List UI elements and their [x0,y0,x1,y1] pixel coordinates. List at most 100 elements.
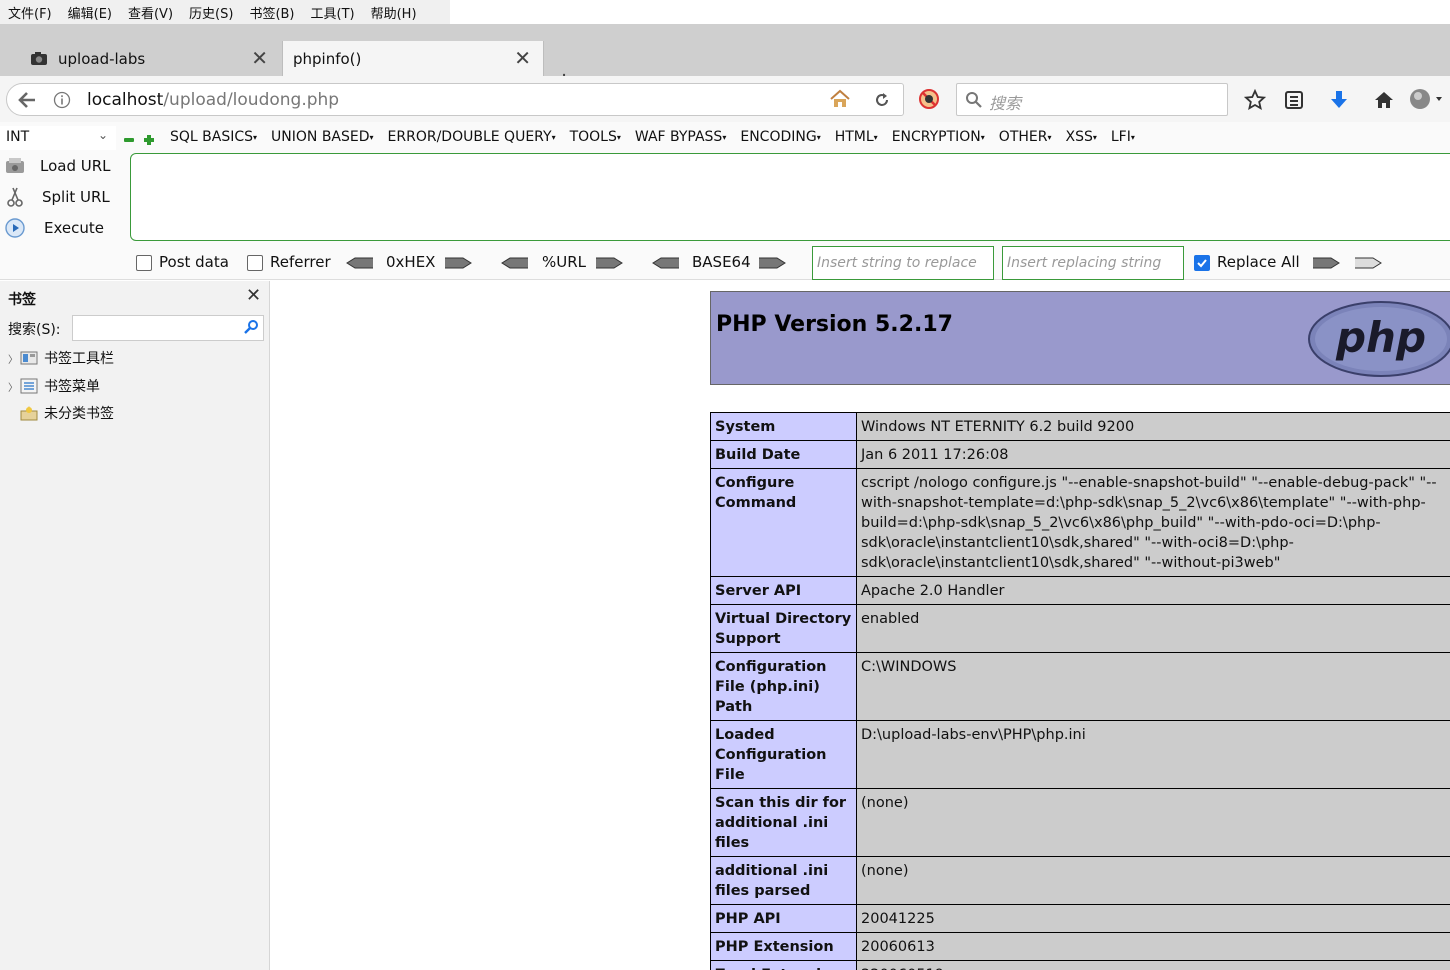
expand-icon[interactable]: 〉 [8,351,18,366]
page-content: PHP Version 5.2.17 php System Windows NT … [270,281,1450,970]
table-row: Configuration File (php.ini) Path C:\WIND… [710,652,1450,721]
menu-tools-hackbar[interactable]: TOOLS [570,129,621,145]
search-box[interactable]: 搜索 [956,83,1228,116]
menu-html[interactable]: HTML [835,129,878,145]
sidebar-title: 书签 [8,292,36,308]
post-data-checkbox[interactable] [136,255,152,271]
hex-label: 0xHEX [386,253,436,271]
download-icon[interactable] [1328,89,1350,115]
menu-union-based[interactable]: UNION BASED [271,129,374,145]
php-logo-icon: php [1306,300,1450,382]
phpinfo-table: System Windows NT ETERNITY 6.2 build 9200… [710,412,1450,970]
load-url-button[interactable]: Load URL [4,155,111,177]
expand-icon[interactable]: 〉 [8,379,18,394]
url-encode-arrow-icon[interactable] [595,255,623,271]
base64-decode-arrow-icon[interactable] [652,255,680,271]
menu-file[interactable]: 文件(F) [0,0,60,24]
config-value: D:\upload-labs-env\PHP\php.ini [856,720,1450,789]
menu-waf-bypass[interactable]: WAF BYPASS [635,129,726,145]
close-icon[interactable]: ✕ [246,285,261,306]
hex-decode-arrow-icon[interactable] [346,255,374,271]
menu-help[interactable]: 帮助(H) [363,0,425,24]
table-row: Virtual Directory Support enabled [710,604,1450,653]
injection-type-select[interactable]: INT ⌄ [0,126,116,150]
phpinfo-header: PHP Version 5.2.17 php [710,291,1450,385]
decrease-icon[interactable] [123,131,135,150]
reload-icon[interactable] [873,91,891,113]
hex-encode-arrow-icon[interactable] [444,255,472,271]
bookmark-star-icon[interactable] [1243,88,1267,115]
replace-arrow-icon[interactable] [1312,255,1340,271]
reading-list-icon[interactable] [1284,90,1304,114]
injection-type-value: INT [6,129,30,145]
tab-upload-labs[interactable]: upload-labs ✕ [16,41,280,76]
bookmarks-sidebar: 书签 ✕ 搜索(S): 〉 书签工具栏 〉 书签菜单 未分类书签 [0,281,270,970]
tab-close-icon[interactable]: ✕ [251,48,268,68]
hackbar-options: Post data Referrer 0xHEX %URL BASE64 Ins… [0,246,1450,280]
back-arrow-icon[interactable] [15,88,39,116]
url-text[interactable]: localhost/upload/loudong.php [87,90,339,110]
menu-bookmarks[interactable]: 书签(B) [241,0,302,24]
menu-error-double-query[interactable]: ERROR/DOUBLE QUERY [388,129,556,145]
hackbar-menu: SQL BASICS UNION BASED ERROR/DOUBLE QUER… [170,129,1135,145]
profile-menu-icon[interactable] [1409,88,1443,114]
execute-button[interactable]: Execute [4,217,104,239]
bookmark-toolbar-icon [20,350,38,366]
url-decode-arrow-icon[interactable] [501,255,529,271]
sidebar-item-toolbar[interactable]: 〉 书签工具栏 [8,348,114,368]
config-value: (none) [856,788,1450,857]
config-value: C:\WINDOWS [856,652,1450,721]
search-icon [243,319,259,339]
menu-lfi[interactable]: LFI [1111,129,1135,145]
config-value: 20060613 [856,932,1450,961]
php-version-title: PHP Version 5.2.17 [716,312,953,337]
hackbar-panel: INT ⌄ SQL BASICS UNION BASED ERROR/DOUBL… [0,122,1450,280]
menu-xss[interactable]: XSS [1065,129,1096,145]
url-path: /upload/loudong.php [163,90,340,110]
home-icon[interactable] [1373,89,1395,115]
info-icon[interactable] [53,91,71,113]
menu-edit[interactable]: 编辑(E) [60,0,120,24]
replace-reverse-arrow-icon[interactable] [1354,255,1382,271]
load-url-icon [4,155,26,177]
replace-string-input[interactable]: Insert string to replace [812,246,994,280]
block-icon[interactable] [918,88,940,114]
referrer-checkbox[interactable] [247,255,263,271]
increase-icon[interactable] [143,131,155,150]
bookmark-menu-icon [20,378,38,394]
chevron-down-icon: ⌄ [98,128,109,142]
table-row: Loaded Configuration File D:\upload-labs-… [710,720,1450,789]
address-bar[interactable]: localhost/upload/loudong.php [6,83,904,116]
tab-favicon-icon [30,51,48,67]
menu-history[interactable]: 历史(S) [181,0,241,24]
config-value: Windows NT ETERNITY 6.2 build 9200 [856,412,1450,441]
split-url-button[interactable]: Split URL [4,186,110,208]
base64-encode-arrow-icon[interactable] [758,255,786,271]
url-textarea[interactable] [130,153,1450,241]
tab-close-icon[interactable]: ✕ [514,48,531,68]
config-value: 220060519 [856,960,1450,970]
menu-tools[interactable]: 工具(T) [303,0,363,24]
replace-all-checkbox[interactable] [1194,255,1210,271]
sidebar-item-unsorted[interactable]: 未分类书签 [8,403,114,423]
table-row: PHP API 20041225 [710,904,1450,933]
menu-other[interactable]: OTHER [999,129,1052,145]
sidebar-item-label: 书签工具栏 [44,351,114,367]
replacing-string-input[interactable]: Insert replacing string [1002,246,1184,280]
url-host: localhost [87,90,164,110]
execute-label: Execute [44,219,104,237]
menu-view[interactable]: 查看(V) [120,0,181,24]
sidebar-search-input[interactable] [72,315,264,341]
sidebar-item-menu[interactable]: 〉 书签菜单 [8,376,100,396]
tab-phpinfo[interactable]: phpinfo() ✕ [282,41,544,76]
config-key: Configure Command [710,468,857,577]
menu-sql-basics[interactable]: SQL BASICS [170,129,257,145]
config-key: PHP API [710,904,857,933]
menu-encryption[interactable]: ENCRYPTION [892,129,985,145]
config-key: Scan this dir for additional .ini files [710,788,857,857]
menu-encoding[interactable]: ENCODING [740,129,820,145]
config-key: Loaded Configuration File [710,720,857,789]
config-value: enabled [856,604,1450,653]
config-value: 20041225 [856,904,1450,933]
home-page-icon[interactable] [829,89,851,113]
